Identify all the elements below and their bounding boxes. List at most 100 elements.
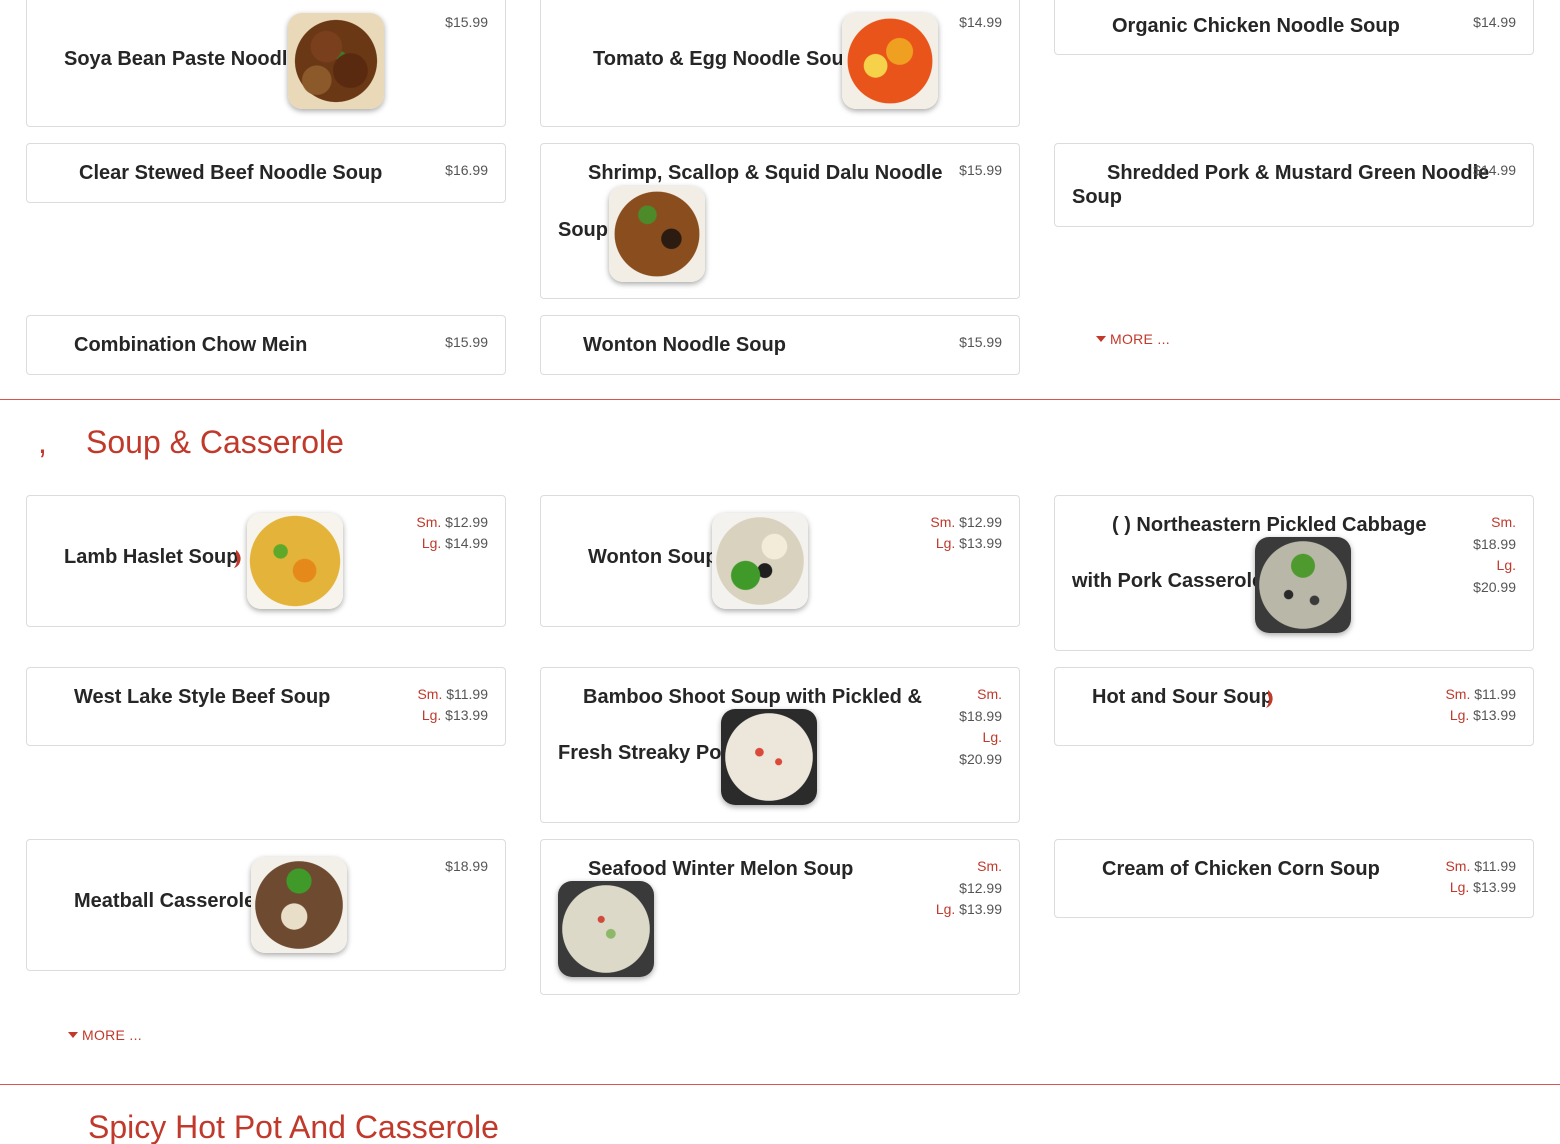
item-price-block: Sm. $11.99 Lg. $13.99 [1445,856,1516,898]
size-large-label: Lg. [935,901,956,917]
item-photo[interactable] [558,881,654,977]
section-title: Spicy Hot Pot And Casserole [88,1109,499,1144]
item-price: $15.99 [959,334,1002,350]
menu-item-card[interactable]: Meatball Casserole $18.99 [26,839,506,971]
item-price-block: Sm. $12.99 Lg. $13.99 [930,512,1002,554]
size-large-label: Lg. [1496,557,1516,573]
price-small: $12.99 [445,514,488,530]
item-price-block: Sm. $18.99 Lg. $20.99 [959,684,1002,770]
item-price: $14.99 [1473,162,1516,178]
section-divider [0,399,1560,400]
item-name-line2: with Pork Casserole [1072,570,1264,592]
item-name-line2: Soup [558,219,608,241]
item-name-line1: Shrimp, Scallop & Squid Dalu Noodle [588,162,943,184]
menu-item-card[interactable]: Shredded Pork & Mustard Green Noodle Sou… [1054,143,1534,227]
item-name: Meatball Casserole [74,890,256,912]
item-price: $14.99 [1473,14,1516,30]
menu-item-card[interactable]: Seafood Winter Melon Soup Sm. $12.99 Lg.… [540,839,1020,995]
size-small-label: Sm. [1491,514,1516,530]
item-photo[interactable] [247,513,343,609]
item-price: $14.99 [959,14,1002,30]
section-title-prefix: , [38,424,47,460]
item-photo[interactable] [288,13,384,109]
item-name: Seafood Winter Melon Soup [588,858,854,880]
item-price-block: Sm. $18.99 Lg. $20.99 [1473,512,1516,598]
section-title: Soup & Casserole [86,424,344,460]
item-name-line1: Shredded Pork & Mustard Green Noodle [1107,162,1490,184]
size-large-label: Lg. [421,707,442,723]
item-price: $18.99 [445,858,488,874]
menu-item-card[interactable]: Soya Bean Paste Noodle $15.99 [26,0,506,127]
menu-item-card[interactable]: Bamboo Shoot Soup with Pickled & Fresh S… [540,667,1020,823]
menu-item-card[interactable]: Clear Stewed Beef Noodle Soup $16.99 [26,143,506,203]
price-large: $13.99 [959,901,1002,917]
size-small-label: Sm. [1445,858,1471,874]
item-name: Cream of Chicken Corn Soup [1102,858,1380,880]
more-link[interactable]: MORE ... [68,1027,142,1043]
caret-down-icon [68,1032,78,1038]
size-large-label: Lg. [1449,879,1470,895]
menu-item-card[interactable]: Tomato & Egg Noodle Soup $14.99 [540,0,1020,127]
price-large: $14.99 [445,535,488,551]
item-photo[interactable] [712,513,808,609]
size-large-label: Lg. [421,535,442,551]
size-small-label: Sm. [977,858,1002,874]
item-name: Lamb Haslet Soup [64,546,239,568]
chili-pepper-icon [1266,690,1273,708]
price-large: $13.99 [959,535,1002,551]
size-large-label: Lg. [935,535,956,551]
size-small-label: Sm. [417,686,443,702]
item-name: Wonton Noodle Soup [583,334,786,356]
item-name: Wonton Soup [588,546,718,568]
item-price-block: Sm. $12.99 Lg. $14.99 [416,512,488,554]
item-photo[interactable] [609,186,705,282]
menu-item-card[interactable]: West Lake Style Beef Soup Sm. $11.99 Lg.… [26,667,506,746]
item-name: Clear Stewed Beef Noodle Soup [79,162,383,184]
more-link[interactable]: MORE ... [1096,331,1170,347]
price-small: $12.99 [959,514,1002,530]
item-price: $16.99 [445,162,488,178]
price-small: $12.99 [959,879,1002,896]
item-price: $15.99 [445,14,488,30]
item-price-block: Sm. $11.99 Lg. $13.99 [1445,684,1516,726]
price-large: $13.99 [1473,879,1516,895]
size-large-label: Lg. [1449,707,1470,723]
item-photo[interactable] [251,857,347,953]
more-label: MORE ... [82,1027,142,1043]
size-small-label: Sm. [416,514,442,530]
price-large: $13.99 [445,707,488,723]
item-price-block: Sm. $12.99 Lg. $13.99 [936,856,1002,921]
price-small: $18.99 [1473,535,1516,552]
price-large: $13.99 [1473,707,1516,723]
item-name: Combination Chow Mein [74,334,308,356]
item-price: $15.99 [445,334,488,350]
size-large-label: Lg. [982,729,1002,745]
price-small: $11.99 [1474,686,1516,702]
menu-item-card[interactable]: Wonton Noodle Soup $15.99 [540,315,1020,375]
menu-item-card[interactable]: Wonton Soup Sm. $12.99 Lg. $13.99 [540,495,1020,627]
item-photo[interactable] [721,709,817,805]
item-name: Organic Chicken Noodle Soup [1112,15,1400,37]
item-price-block: Sm. $11.99 Lg. $13.99 [417,684,488,726]
more-label: MORE ... [1110,331,1170,347]
price-small: $18.99 [959,707,1002,724]
menu-item-card[interactable]: Cream of Chicken Corn Soup Sm. $11.99 Lg… [1054,839,1534,918]
item-name-line1: ( ) Northeastern Pickled Cabbage [1112,514,1427,536]
menu-item-card[interactable]: Shrimp, Scallop & Squid Dalu Noodle Soup… [540,143,1020,299]
item-name-line2: Soup [1072,186,1122,208]
menu-item-card[interactable]: Lamb Haslet Soup Sm. $12.99 Lg. $14.99 [26,495,506,627]
item-name: Tomato & Egg Noodle Soup [593,48,856,70]
item-name: Soya Bean Paste Noodle [64,48,299,70]
chili-pepper-icon [234,550,241,568]
item-photo[interactable] [1255,537,1351,633]
menu-item-card[interactable]: Hot and Sour Soup Sm. $11.99 Lg. $13.99 [1054,667,1534,746]
menu-item-card[interactable]: Combination Chow Mein $15.99 [26,315,506,375]
price-small: $11.99 [1474,858,1516,874]
item-name-line1: Bamboo Shoot Soup with Pickled & [583,686,922,708]
menu-item-card[interactable]: Organic Chicken Noodle Soup $14.99 [1054,0,1534,55]
menu-item-card[interactable]: ( ) Northeastern Pickled Cabbage with Po… [1054,495,1534,651]
price-large: $20.99 [1473,578,1516,595]
size-small-label: Sm. [930,514,956,530]
item-photo[interactable] [842,13,938,109]
size-small-label: Sm. [977,686,1002,702]
